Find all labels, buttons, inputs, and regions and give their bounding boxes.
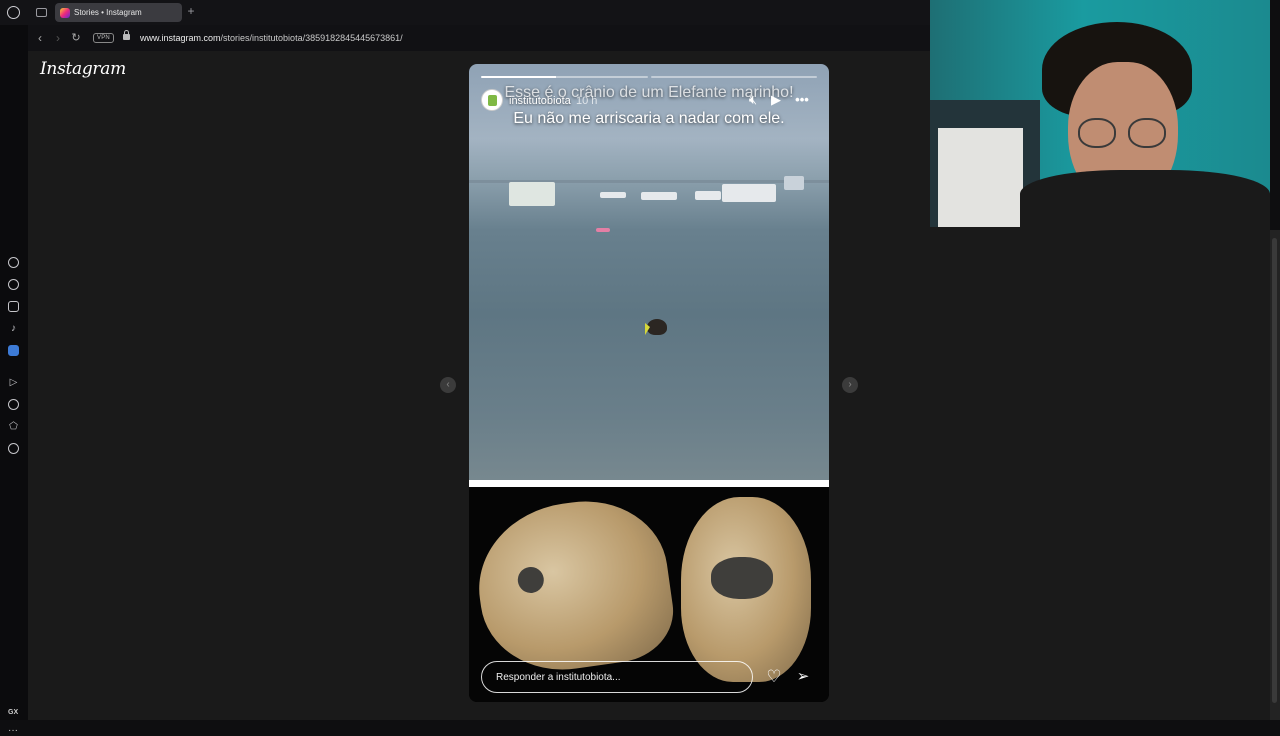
skull-side-view	[469, 490, 680, 681]
progress-segment	[481, 76, 648, 78]
tiktok-icon[interactable]: ♪	[8, 323, 19, 334]
forward-icon[interactable]: ›	[51, 29, 65, 47]
glasses	[1078, 118, 1116, 148]
story-progress	[481, 76, 817, 78]
story-viewer[interactable]: Esse é o crânio de um Elefante marinho! …	[469, 64, 829, 702]
back-icon[interactable]: ‹	[33, 29, 47, 47]
url-host: www.instagram.com	[140, 33, 221, 43]
boat	[509, 182, 555, 206]
opera-logo-icon[interactable]	[7, 6, 20, 19]
boat	[784, 176, 804, 190]
tab-title: Stories • Instagram	[74, 8, 142, 17]
tab-instagram-stories[interactable]: Stories • Instagram	[55, 3, 182, 22]
swimmer	[647, 319, 667, 335]
boat	[641, 192, 677, 200]
browser-tab-strip: Stories • Instagram +	[0, 0, 930, 25]
url-path: /stories/institutobiota/3859182845445673…	[220, 33, 403, 43]
image-divider	[469, 480, 829, 487]
skull-nasal-cavity	[711, 557, 773, 599]
skull-eye-socket	[516, 565, 546, 595]
play-icon[interactable]: ▶	[768, 92, 784, 108]
mouse-cursor-icon	[645, 323, 650, 335]
glasses	[1128, 118, 1166, 148]
boat	[722, 184, 776, 202]
instagram-icon[interactable]	[8, 301, 19, 312]
scrollbar[interactable]	[1270, 230, 1280, 720]
heart-icon[interactable]: ♡	[765, 668, 783, 686]
scrollbar-thumb[interactable]	[1272, 238, 1277, 703]
history-icon[interactable]	[8, 399, 19, 410]
reload-icon[interactable]: ↻	[69, 29, 83, 47]
instagram-favicon-icon	[60, 7, 70, 18]
float	[596, 228, 610, 232]
avatar[interactable]	[481, 89, 503, 111]
settings-icon[interactable]	[8, 443, 19, 454]
reply-input[interactable]	[481, 661, 753, 693]
more-icon[interactable]: ···	[8, 725, 18, 736]
vpn-badge[interactable]: VPN	[93, 33, 114, 43]
new-tab-button[interactable]: +	[186, 4, 196, 18]
lock-icon[interactable]	[123, 30, 130, 40]
aria-icon[interactable]	[8, 257, 19, 268]
webcam-background	[938, 128, 1023, 227]
address-bar: ‹ › ↻ VPN www.instagram.com/stories/inst…	[28, 25, 930, 51]
boat	[695, 191, 721, 200]
webcam-person	[1020, 170, 1270, 227]
url-field[interactable]: www.instagram.com/stories/institutobiota…	[140, 33, 403, 43]
story-username[interactable]: institutobiota	[509, 95, 571, 107]
more-icon[interactable]: •••	[794, 92, 810, 108]
translate-icon[interactable]	[8, 345, 19, 356]
webcam-overlay	[930, 0, 1270, 227]
story-caption-line-2: Eu não me arriscaria a nadar com ele.	[513, 110, 785, 127]
boat	[600, 192, 626, 198]
gx-button[interactable]: GX	[8, 709, 18, 716]
send-icon[interactable]: ➢	[794, 668, 812, 686]
tabs-overview-icon[interactable]	[36, 8, 47, 17]
extensions-icon[interactable]: ⬠	[8, 421, 19, 432]
whatsapp-icon[interactable]	[8, 279, 19, 290]
instagram-logo[interactable]: Instagram	[40, 59, 126, 79]
previous-story-button[interactable]: ‹	[440, 377, 456, 393]
progress-segment	[650, 76, 817, 78]
speaker-icon[interactable]: 🔇︎	[745, 92, 761, 108]
story-time: 10 h	[576, 95, 598, 107]
skull-front-view	[681, 497, 811, 682]
browser-sidebar: ♪ ▷ ⬠ GX ···	[0, 25, 28, 736]
next-story-button[interactable]: ›	[842, 377, 858, 393]
send-icon[interactable]: ▷	[8, 377, 19, 388]
